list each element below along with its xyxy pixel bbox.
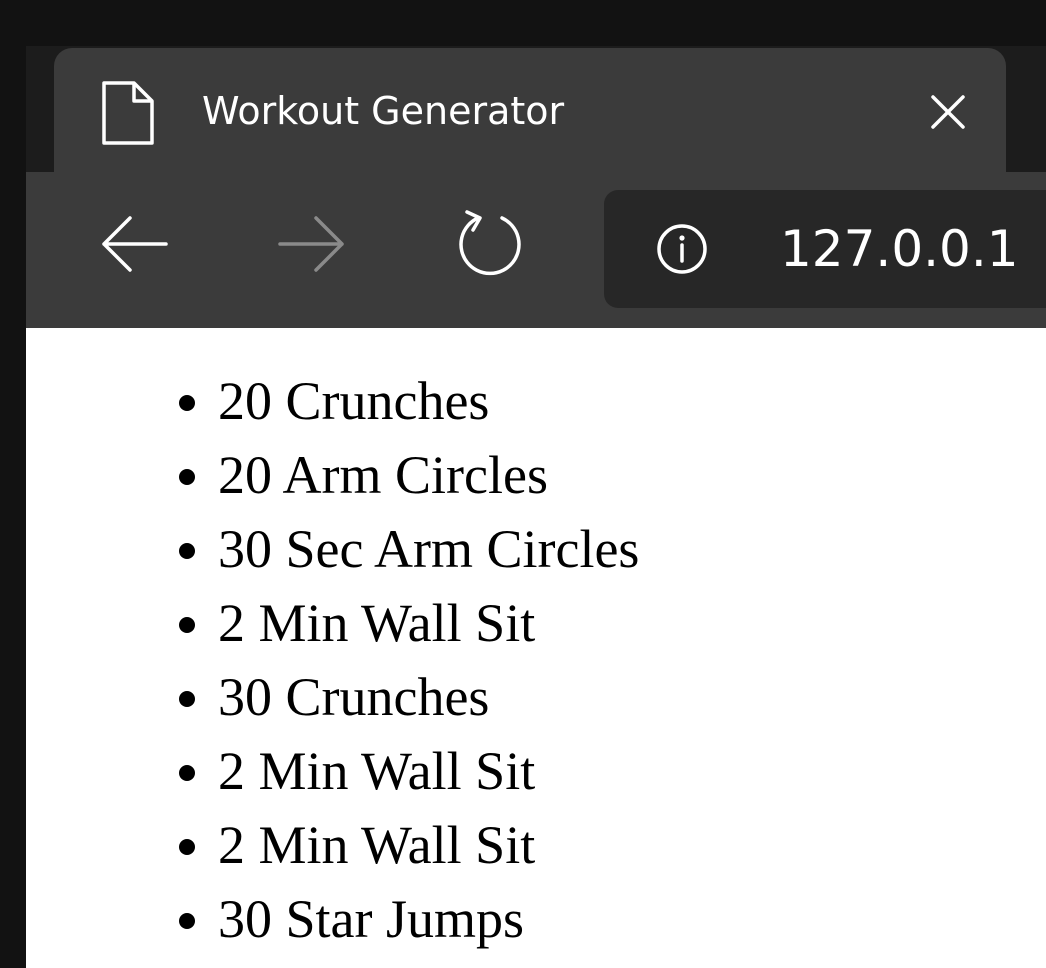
list-item: 20 Crunches <box>218 364 639 438</box>
browser-window: Workout Generator 127.0.0.1 • 20 Crunche… <box>26 46 1046 968</box>
tab-title: Workout Generator <box>202 89 565 133</box>
toolbar: 127.0.0.1 <box>26 172 1046 454</box>
list-item: 2 Min Wall Sit <box>218 586 639 660</box>
close-icon[interactable] <box>924 88 972 136</box>
reload-icon[interactable] <box>448 202 532 286</box>
list-item: 30 Sec Arm Circles <box>218 512 639 586</box>
page-content: 20 Crunches 20 Arm Circles 30 Sec Arm Ci… <box>26 328 1046 968</box>
back-arrow-icon[interactable] <box>92 202 176 286</box>
tab-workout-generator[interactable]: Workout Generator <box>54 48 1006 172</box>
page-icon <box>100 80 156 146</box>
list-item: 30 Crunches <box>218 660 639 734</box>
list-item: 2 Min Wall Sit <box>218 734 639 808</box>
tab-strip: Workout Generator <box>26 46 1046 172</box>
workout-list: 20 Crunches 20 Arm Circles 30 Sec Arm Ci… <box>26 364 639 956</box>
forward-arrow-icon[interactable] <box>270 202 354 286</box>
address-bar[interactable]: 127.0.0.1 <box>604 190 1046 308</box>
list-item: 30 Star Jumps <box>218 882 639 956</box>
list-item: 20 Arm Circles <box>218 438 639 512</box>
info-icon[interactable] <box>654 221 710 277</box>
list-item: 2 Min Wall Sit <box>218 808 639 882</box>
url-text: 127.0.0.1 <box>780 220 1019 278</box>
